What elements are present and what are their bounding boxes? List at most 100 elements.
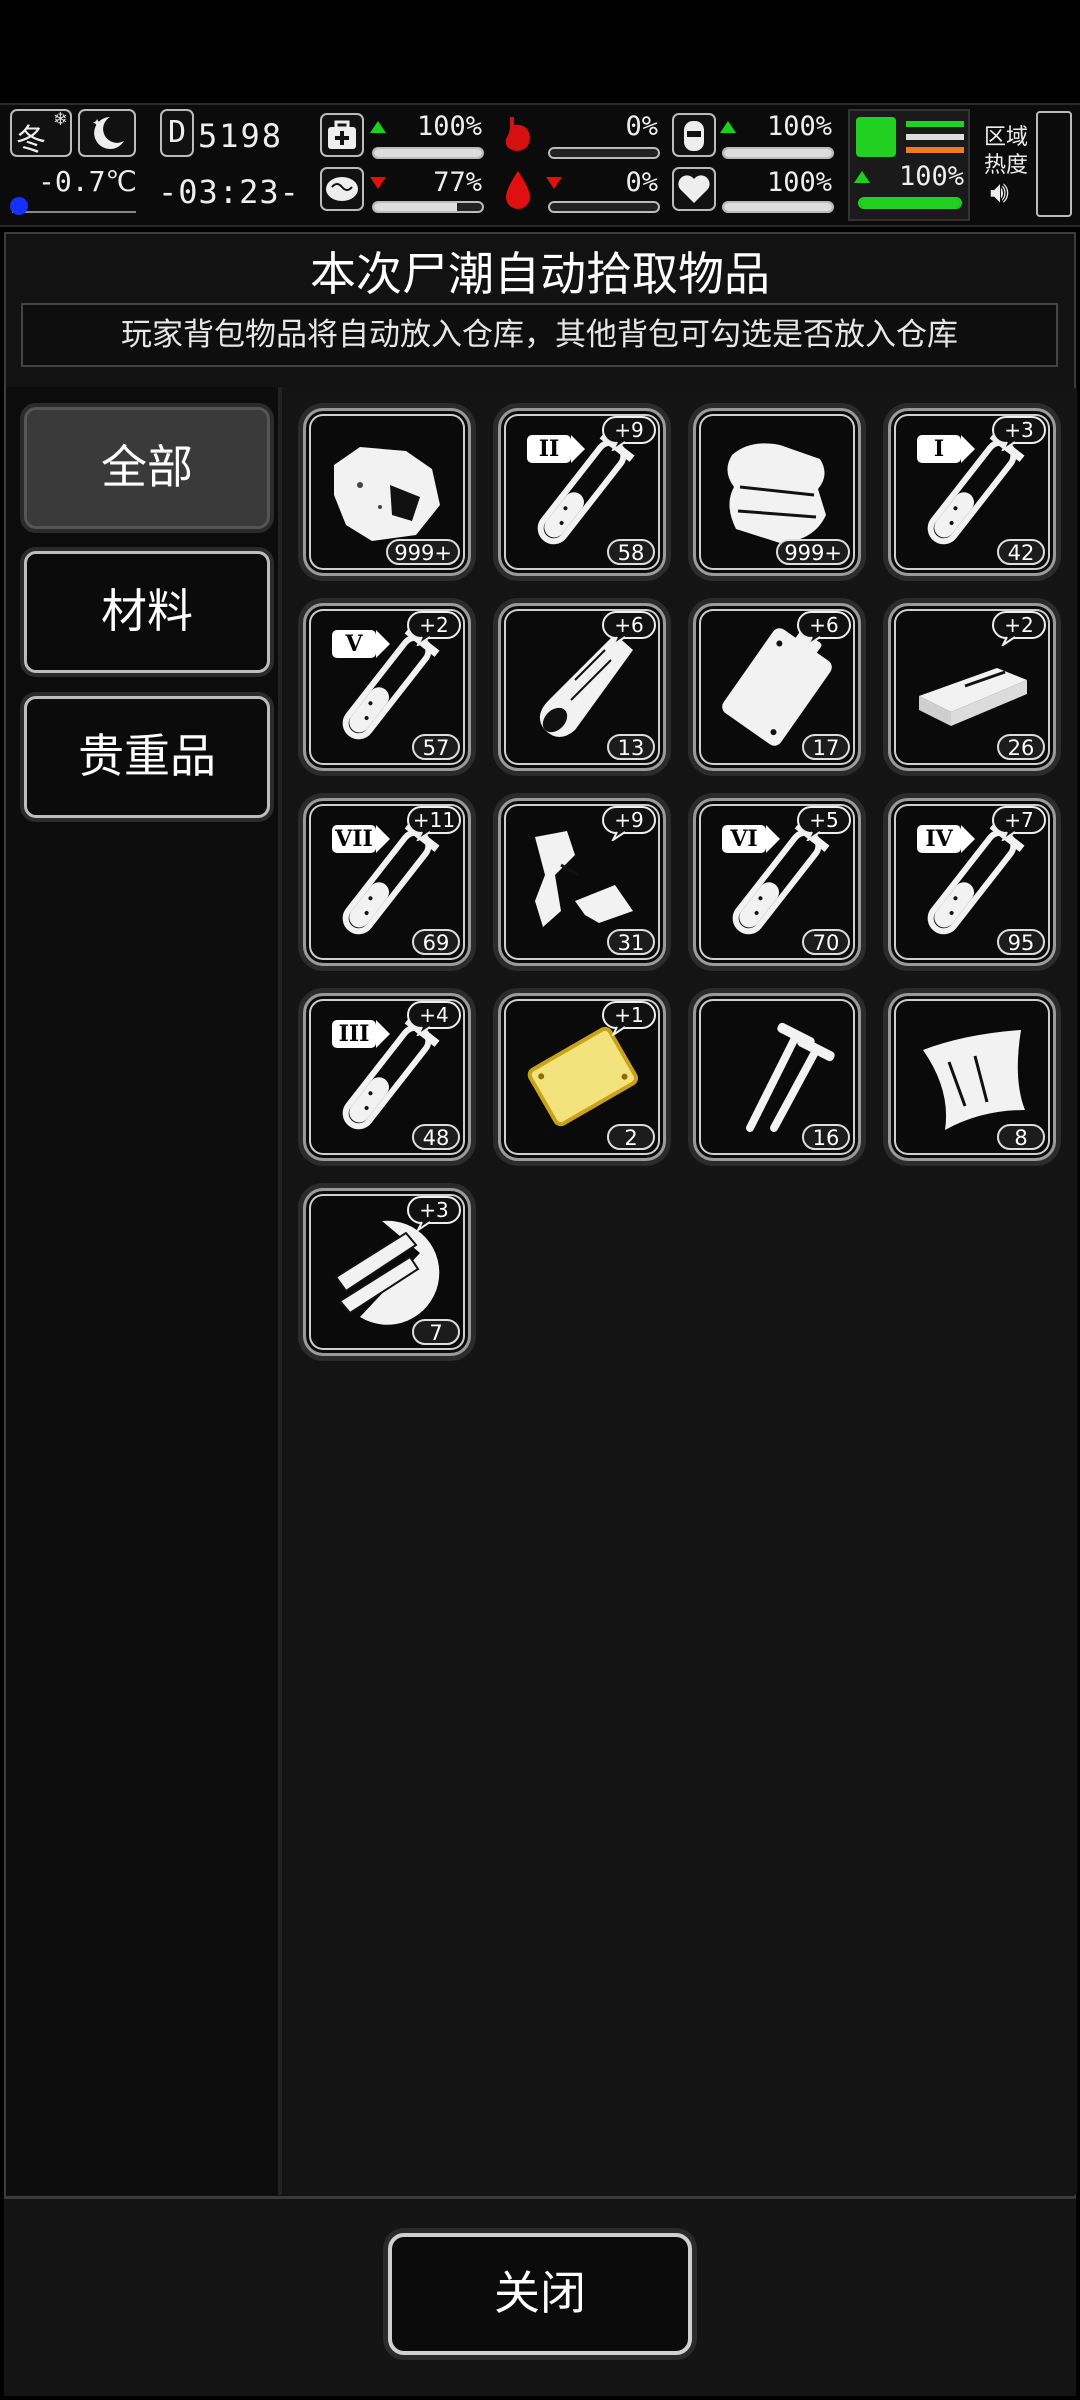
blood-percent: 0% — [625, 167, 658, 198]
bonus-bubble: +3 — [406, 1195, 462, 1231]
inventory-slot[interactable]: +2 26 — [888, 603, 1056, 771]
bonus-bubble: +2 — [406, 610, 462, 646]
inventory-slot[interactable]: +6 17 — [693, 603, 861, 771]
bonus-bubble: +1 — [601, 1000, 657, 1036]
bonus-bubble: +3 — [991, 415, 1047, 451]
day-label: D — [168, 115, 187, 150]
stamina-bar-fill — [860, 199, 960, 207]
bonus-label: +3 — [1004, 418, 1034, 442]
item-count-badge: 7 — [412, 1319, 460, 1345]
bonus-label: +9 — [614, 808, 644, 832]
inventory-slot[interactable]: 999+ — [303, 408, 471, 576]
bonus-label: +9 — [614, 418, 644, 442]
medkit-icon — [320, 113, 364, 157]
stamina-percent: 100% — [898, 161, 964, 192]
bonus-bubble: +2 — [991, 610, 1047, 646]
category-sidebar: 全部 材料 贵重品 — [6, 387, 282, 2195]
day-label-box: D — [160, 109, 194, 157]
speaker-icon[interactable]: 🔊︎ — [990, 175, 1009, 210]
tab-all[interactable]: 全部 — [24, 407, 270, 529]
item-count-badge: 70 — [802, 929, 850, 955]
bonus-label: +2 — [1004, 613, 1034, 637]
heart-icon — [672, 167, 716, 211]
snow-icon: ❄ — [52, 109, 68, 130]
inventory-slot[interactable]: +6 13 — [498, 603, 666, 771]
season-indicator: 冬 ❄ — [10, 109, 72, 158]
inventory-slot[interactable]: IV +7 95 — [888, 798, 1056, 966]
stamina-panel: 100% — [848, 109, 970, 221]
bonus-bubble: +6 — [601, 610, 657, 646]
boot-icon — [856, 117, 896, 157]
inventory-slot[interactable]: VI +5 70 — [693, 798, 861, 966]
brain-icon — [320, 167, 364, 211]
item-count-badge: 17 — [802, 734, 850, 760]
canteen-icon — [672, 113, 716, 157]
tier-badge: III — [332, 1020, 390, 1048]
inventory-slot[interactable]: II +9 58 — [498, 408, 666, 576]
day-counter: 5198 — [198, 117, 284, 155]
clock-readout: -03:23- — [158, 173, 300, 211]
brain-bar — [372, 201, 484, 213]
bonus-bubble: +9 — [601, 805, 657, 841]
inventory-slot[interactable]: 16 — [693, 993, 861, 1161]
hydration-percent: 100% — [766, 111, 832, 142]
bonus-label: +1 — [614, 1003, 644, 1027]
bonus-label: +3 — [419, 1198, 449, 1222]
item-count-badge: 2 — [607, 1124, 655, 1150]
bonus-bubble: +9 — [601, 415, 657, 451]
bonus-label: +6 — [809, 613, 839, 637]
item-count-badge: 58 — [607, 539, 655, 565]
item-count-badge: 48 — [412, 1124, 460, 1150]
temperature-knob — [10, 197, 28, 215]
bonus-label: +7 — [1004, 808, 1034, 832]
bonus-label: +5 — [809, 808, 839, 832]
tier-badge: VII — [332, 825, 390, 853]
item-count-badge: 57 — [412, 734, 460, 760]
item-count-badge: 999+ — [776, 539, 850, 565]
zone-heat-meter — [1036, 111, 1072, 217]
tier-badge: II — [527, 435, 585, 463]
item-count-badge: 69 — [412, 929, 460, 955]
bonus-bubble: +7 — [991, 805, 1047, 841]
stamina-bar — [858, 197, 962, 209]
dialog-title: 本次尸潮自动拾取物品 — [310, 247, 770, 301]
bonus-label: +4 — [419, 1003, 449, 1027]
inventory-slot[interactable]: I +3 42 — [888, 408, 1056, 576]
item-count-badge: 999+ — [386, 539, 460, 565]
bonus-label: +11 — [412, 808, 456, 832]
inventory-slot[interactable]: III +4 48 — [303, 993, 471, 1161]
inventory-slot[interactable]: V +2 57 — [303, 603, 471, 771]
blood-drop-icon — [500, 169, 536, 213]
close-button[interactable]: 关闭 — [388, 2233, 692, 2355]
bonus-label: +6 — [614, 613, 644, 637]
inventory-slot[interactable]: +9 31 — [498, 798, 666, 966]
item-count-badge: 42 — [997, 539, 1045, 565]
health-bar — [372, 147, 484, 159]
item-count-badge: 13 — [607, 734, 655, 760]
temperature-readout: -0.7℃ — [38, 165, 137, 198]
item-grid: 999+ II +9 58 999+ I +3 42 V +2 57 +6 13 +6 17 +2 26 VII +… — [283, 388, 1077, 2195]
inventory-slot[interactable]: +3 7 — [303, 1188, 471, 1356]
tier-badge: I — [917, 435, 975, 463]
heart-bar-fill — [724, 203, 832, 211]
inventory-slot[interactable]: 8 — [888, 993, 1056, 1161]
item-count-badge: 8 — [997, 1124, 1045, 1150]
tier-badge: VI — [722, 825, 780, 853]
brain-bar-fill — [374, 203, 458, 211]
stomach-percent: 0% — [625, 111, 658, 142]
inventory-slot[interactable]: +1 2 — [498, 993, 666, 1161]
inventory-slot[interactable]: VII +11 69 — [303, 798, 471, 966]
heart-percent: 100% — [766, 167, 832, 198]
heart-bar — [722, 201, 834, 213]
svg-text:✦: ✦ — [92, 116, 102, 130]
inventory-slot[interactable]: 999+ — [693, 408, 861, 576]
brain-percent: 77% — [433, 167, 482, 198]
tab-materials[interactable]: 材料 — [24, 551, 270, 673]
moon-icon: ✦ — [78, 109, 136, 157]
bonus-bubble: +6 — [796, 610, 852, 646]
bonus-label: +2 — [419, 613, 449, 637]
tab-valuables[interactable]: 贵重品 — [24, 696, 270, 818]
item-count-badge: 16 — [802, 1124, 850, 1150]
stomach-icon — [496, 113, 540, 157]
item-count-badge: 31 — [607, 929, 655, 955]
